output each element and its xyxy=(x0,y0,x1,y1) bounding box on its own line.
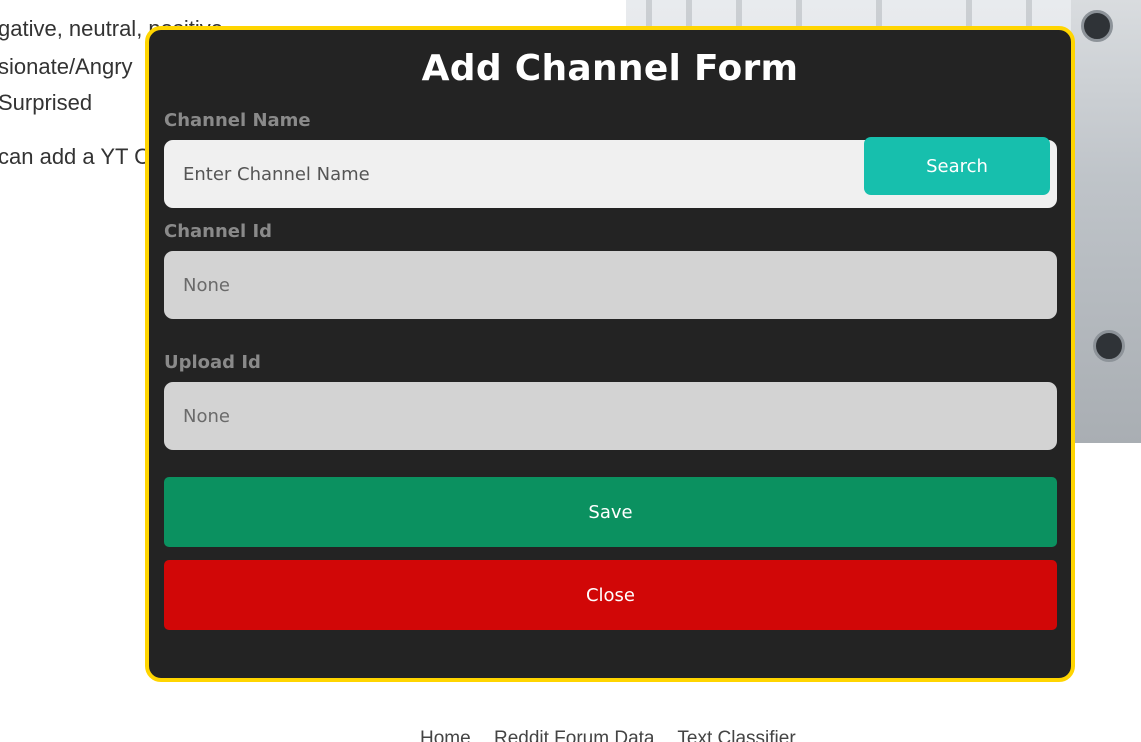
save-button[interactable]: Save xyxy=(164,477,1057,547)
upload-id-field[interactable]: None xyxy=(164,382,1057,450)
footer-link-home[interactable]: Home xyxy=(420,728,471,742)
background-text-line: can add a YT C xyxy=(0,144,151,169)
channel-name-label: Channel Name xyxy=(164,110,311,131)
footer-nav: Home Reddit Forum Data Text Classifier xyxy=(420,728,814,742)
channel-id-label: Channel Id xyxy=(164,221,273,242)
close-button[interactable]: Close xyxy=(164,560,1057,630)
add-channel-modal: Add Channel Form Channel Name Enter Chan… xyxy=(145,26,1075,682)
modal-title: Add Channel Form xyxy=(421,48,799,89)
footer-link-reddit[interactable]: Reddit Forum Data xyxy=(494,728,655,742)
robot-arm xyxy=(1071,0,1141,443)
upload-id-label: Upload Id xyxy=(164,352,261,373)
background-text-line: sionate/Angry xyxy=(0,54,133,79)
search-button[interactable]: Search xyxy=(864,137,1050,195)
page: gative, neutral, positive sionate/Angry … xyxy=(0,0,1141,742)
channel-id-field[interactable]: None xyxy=(164,251,1057,319)
footer-link-classifier[interactable]: Text Classifier xyxy=(677,728,795,742)
background-text-line: Surprised xyxy=(0,90,93,115)
